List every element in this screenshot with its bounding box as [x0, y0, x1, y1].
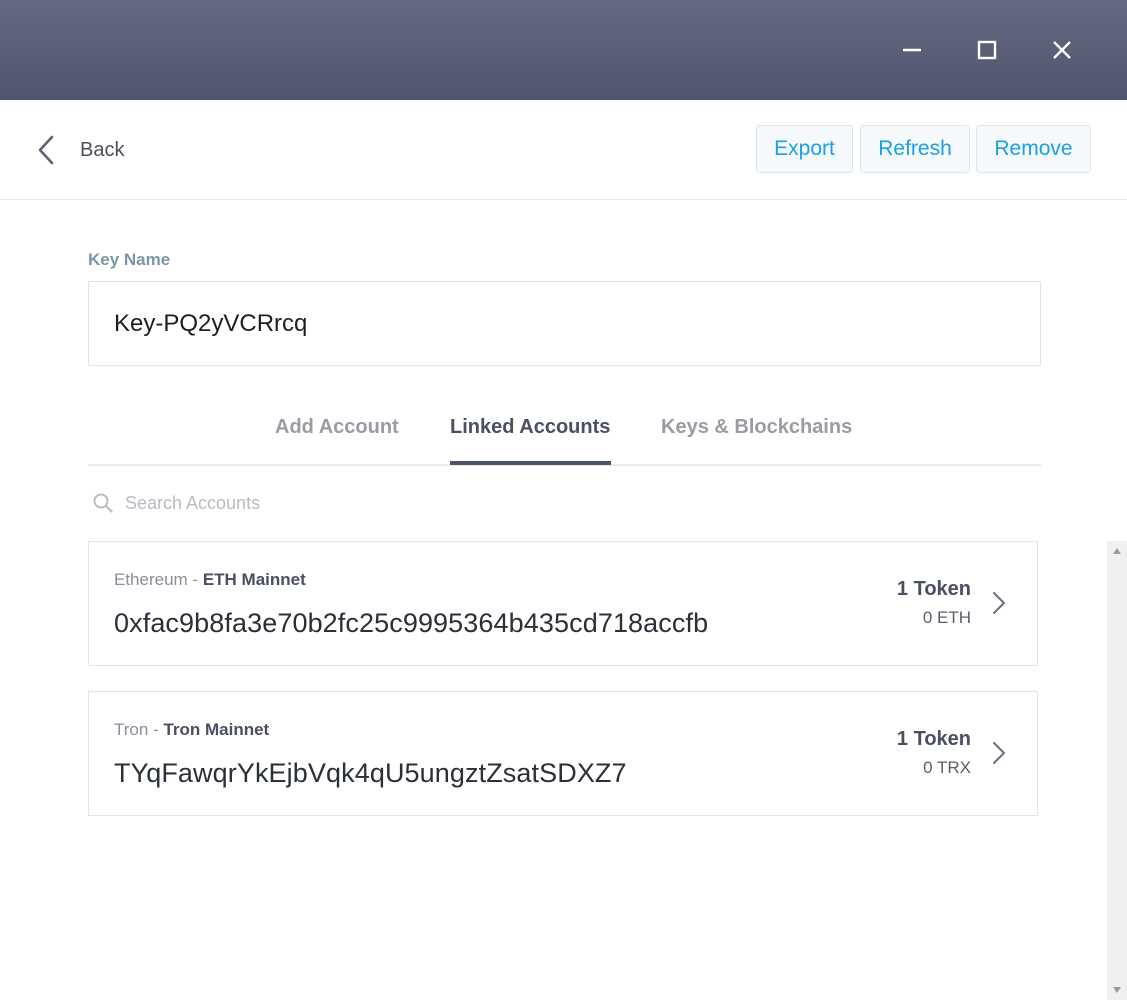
export-button[interactable]: Export	[756, 125, 853, 173]
account-chain: Ethereum - ETH Mainnet	[114, 570, 306, 590]
token-count: 1 Token	[896, 728, 971, 750]
account-chain: Tron - Tron Mainnet	[114, 720, 269, 740]
chevron-left-icon	[28, 132, 64, 168]
close-icon[interactable]	[1042, 30, 1082, 70]
back-label: Back	[80, 138, 125, 161]
accounts-scrollbar[interactable]	[1107, 541, 1127, 1000]
key-name-input[interactable]	[88, 281, 1041, 366]
window-titlebar	[0, 0, 1127, 100]
tab-linked-accounts[interactable]: Linked Accounts	[450, 416, 610, 439]
scroll-thumb[interactable]	[1109, 561, 1125, 979]
tab-keys-blockchains[interactable]: Keys & Blockchains	[661, 416, 852, 439]
back-button[interactable]: Back	[28, 130, 124, 170]
chain-separator: -	[148, 720, 164, 739]
key-name-label: Key Name	[88, 250, 171, 269]
active-tab-indicator	[450, 461, 611, 465]
tab-add-account[interactable]: Add Account	[275, 416, 399, 439]
scroll-down-arrow-icon[interactable]	[1107, 980, 1127, 1000]
chevron-right-icon	[991, 740, 1007, 766]
account-balance: 0 ETH	[922, 608, 971, 627]
token-count: 1 Token	[896, 578, 971, 600]
chain-separator: -	[187, 570, 203, 589]
remove-button[interactable]: Remove	[976, 125, 1091, 173]
account-address: 0xfac9b8fa3e70b2fc25c9995364b435cd718acc…	[114, 608, 709, 638]
search-accounts-input[interactable]	[118, 486, 518, 520]
blockchain-name: Tron	[114, 720, 149, 739]
page-header: Back Export Refresh Remove	[0, 100, 1127, 200]
network-name: Tron Mainnet	[163, 720, 270, 739]
refresh-button[interactable]: Refresh	[860, 125, 970, 173]
search-icon	[92, 492, 114, 514]
account-card[interactable]: Ethereum - ETH Mainnet 0xfac9b8fa3e70b2f…	[88, 541, 1038, 666]
scroll-up-arrow-icon[interactable]	[1107, 541, 1127, 561]
network-name: ETH Mainnet	[202, 570, 306, 589]
account-balance: 0 TRX	[923, 758, 971, 777]
chevron-right-icon	[991, 590, 1007, 616]
minimize-icon[interactable]	[892, 30, 932, 70]
maximize-icon[interactable]	[967, 30, 1007, 70]
account-address: TYqFawqrYkEjbVqk4qU5ungztZsatSDXZ7	[114, 758, 627, 788]
blockchain-name: Ethereum	[114, 570, 188, 589]
account-card[interactable]: Tron - Tron Mainnet TYqFawqrYkEjbVqk4qU5…	[88, 691, 1038, 816]
